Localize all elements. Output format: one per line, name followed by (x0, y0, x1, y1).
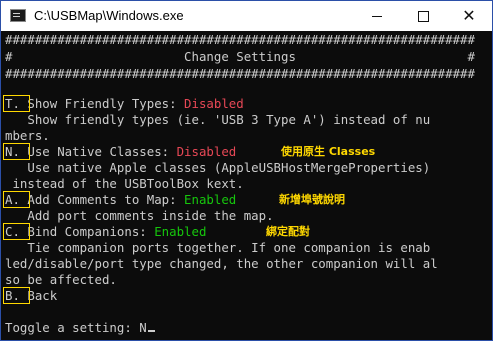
option-label: Show Friendly Types: (19, 96, 185, 111)
option-label: Bind Companions: (19, 224, 155, 239)
status-disabled: Disabled (184, 96, 244, 111)
text-cursor (147, 330, 155, 332)
option-label: Add Comments to Map: (19, 192, 185, 207)
console-window: C:\USBMap\Windows.exe ✕ ################… (0, 0, 493, 341)
highlight-box-n (3, 143, 30, 160)
prompt-text: Toggle a setting: N (5, 320, 147, 335)
minimize-button[interactable] (354, 1, 400, 31)
console-app-icon (10, 9, 26, 22)
option-add-comments: A. Add Comments to Map: Enabled (5, 193, 236, 206)
option-description: Show friendly types (ie. 'USB 3 Type A')… (5, 112, 431, 127)
option-description: so be affected. (5, 272, 117, 287)
header-border-bottom: ########################################… (5, 66, 475, 81)
status-enabled: Enabled (184, 192, 237, 207)
highlight-box-t (3, 95, 30, 112)
option-label: Use Native Classes: (19, 144, 177, 159)
header-border-top: ########################################… (5, 32, 475, 47)
option-description: Use native Apple classes (AppleUSBHostMe… (5, 160, 431, 175)
minimize-icon (372, 15, 382, 17)
close-button[interactable]: ✕ (446, 1, 492, 31)
option-description: mbers. (5, 128, 50, 143)
status-enabled: Enabled (154, 224, 207, 239)
annotation-companions: 綁定配對 (266, 225, 310, 238)
option-description: led/disable/port type changed, the other… (5, 256, 438, 271)
option-description: instead of the USBToolBox kext. (5, 176, 244, 191)
maximize-button[interactable] (400, 1, 446, 31)
option-native-classes: N. Use Native Classes: Disabled (5, 145, 236, 158)
option-friendly-types: T. Show Friendly Types: Disabled (5, 97, 244, 110)
annotation-comments: 新增埠號說明 (279, 193, 345, 206)
highlight-box-b (3, 287, 30, 304)
scrollbar[interactable] (483, 31, 492, 340)
option-description: Add port comments inside the map. (5, 208, 274, 223)
title-bar[interactable]: C:\USBMap\Windows.exe ✕ (1, 1, 492, 31)
highlight-box-c (3, 223, 30, 240)
maximize-icon (417, 10, 429, 22)
window-title: C:\USBMap\Windows.exe (34, 8, 184, 23)
annotation-native-classes: 使用原生 Classes (281, 145, 376, 158)
header-title: # Change Settings # (5, 49, 475, 64)
status-disabled: Disabled (176, 144, 237, 159)
highlight-box-a (3, 191, 30, 208)
console-output[interactable]: ########################################… (1, 31, 483, 340)
close-icon: ✕ (462, 6, 476, 25)
option-bind-companions: C. Bind Companions: Enabled (5, 225, 206, 238)
option-description: Tie companion ports together. If one com… (5, 240, 431, 255)
input-prompt[interactable]: Toggle a setting: N (5, 321, 155, 334)
